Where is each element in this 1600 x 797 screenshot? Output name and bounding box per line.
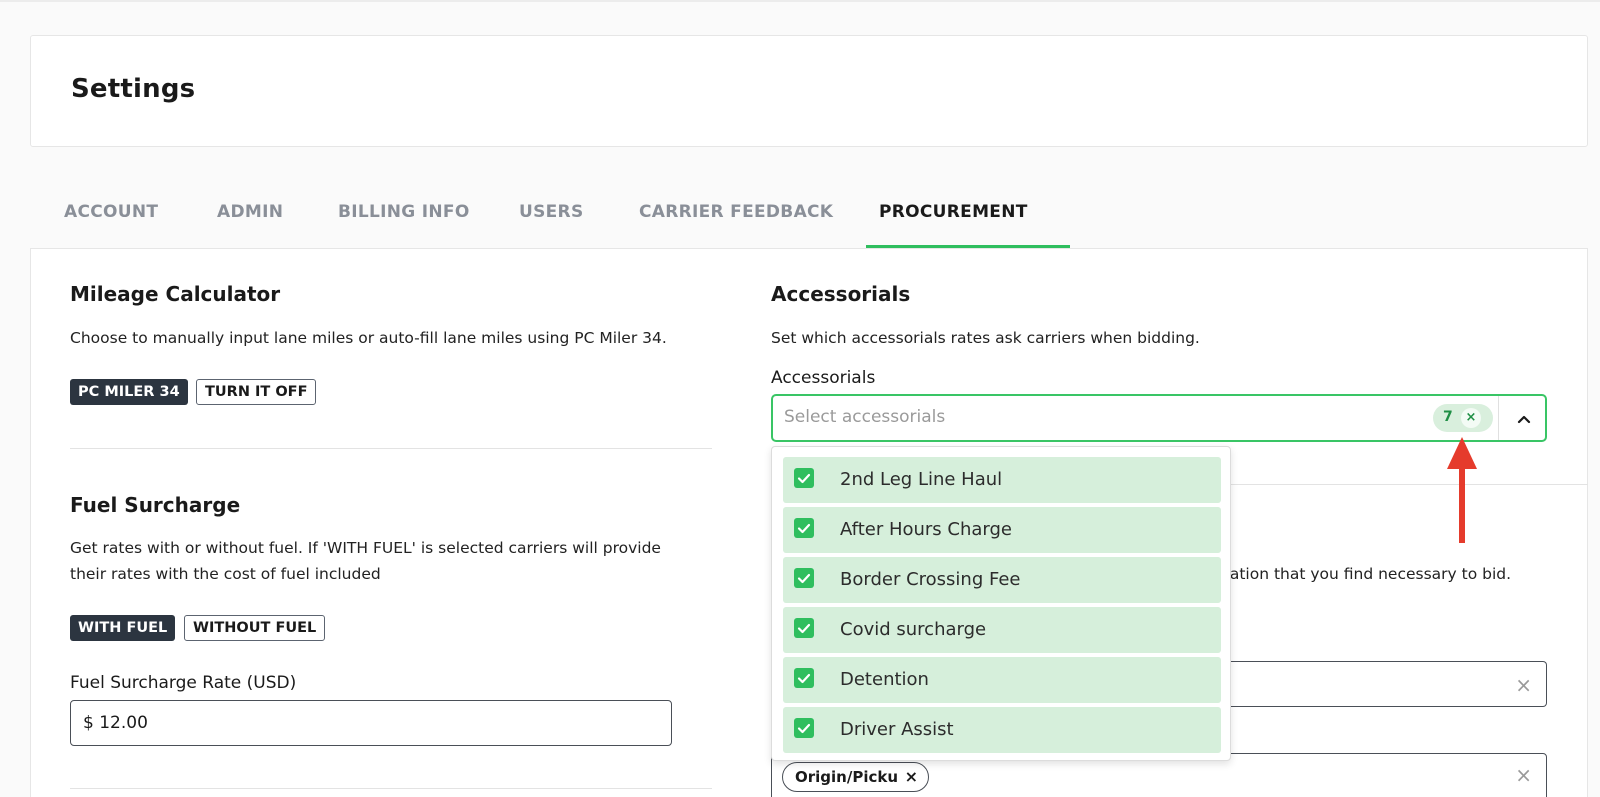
fuel-description-line1: Get rates with or without fuel. If 'WITH… (70, 539, 661, 557)
tab-account[interactable]: ACCOUNT (64, 202, 158, 222)
option-after-hours-charge[interactable]: After Hours Charge (783, 507, 1221, 553)
selected-count: 7 (1443, 409, 1453, 425)
accessorials-select[interactable]: Select accessorials 7 × (771, 394, 1547, 442)
option-driver-assist[interactable]: Driver Assist (783, 707, 1221, 753)
fuel-title: Fuel Surcharge (70, 493, 241, 517)
tab-carrier-feedback[interactable]: CARRIER FEEDBACK (639, 202, 833, 222)
option-label: After Hours Charge (840, 519, 1012, 540)
tag-label: Origin/Picku (795, 768, 899, 786)
fuel-rate-label: Fuel Surcharge Rate (USD) (70, 673, 297, 693)
option-label: Driver Assist (840, 719, 954, 740)
mileage-title: Mileage Calculator (70, 282, 281, 306)
checkbox-checked-icon[interactable] (794, 668, 814, 688)
top-border (0, 0, 1600, 2)
page-title: Settings (71, 74, 196, 104)
option-label: Border Crossing Fee (840, 569, 1021, 590)
option-label: Covid surcharge (840, 619, 987, 640)
option-label: 2nd Leg Line Haul (840, 469, 1003, 490)
with-fuel-button[interactable]: WITH FUEL (70, 615, 176, 641)
pc-miler-button[interactable]: PC MILER 34 (70, 379, 188, 405)
select-separator (1498, 396, 1499, 440)
tab-billing-info[interactable]: BILLING INFO (338, 202, 470, 222)
tab-users[interactable]: USERS (519, 202, 584, 222)
partial-description: nation that you find necessary to bid. (1220, 565, 1512, 583)
checkbox-checked-icon[interactable] (794, 518, 814, 538)
option-covid-surcharge[interactable]: Covid surcharge (783, 607, 1221, 653)
section-divider-bottom (70, 788, 712, 789)
location-tag: Origin/Picku × (782, 762, 930, 792)
tab-procurement[interactable]: PROCUREMENT (879, 202, 1028, 222)
tab-admin[interactable]: ADMIN (217, 202, 283, 222)
checkbox-checked-icon[interactable] (794, 568, 814, 588)
option-border-crossing-fee[interactable]: Border Crossing Fee (783, 557, 1221, 603)
clear-icon[interactable]: × (1515, 673, 1532, 697)
accessorials-description: Set which accessorials rates ask carrier… (771, 329, 1200, 347)
option-detention[interactable]: Detention (783, 657, 1221, 703)
fuel-description-line2: their rates with the cost of fuel includ… (70, 565, 381, 583)
option-label: Detention (840, 669, 929, 690)
clear-selection-icon[interactable]: × (1461, 408, 1481, 428)
settings-tabs: ACCOUNT ADMIN BILLING INFO USERS CARRIER… (30, 190, 1588, 248)
mileage-description: Choose to manually input lane miles or a… (70, 329, 667, 347)
checkbox-checked-icon[interactable] (794, 618, 814, 638)
section-divider-right (1231, 484, 1588, 485)
checkbox-checked-icon[interactable] (794, 718, 814, 738)
accessorials-dropdown: 2nd Leg Line Haul After Hours Charge Bor… (771, 446, 1231, 761)
selected-count-chip: 7 × (1433, 404, 1493, 432)
option-2nd-leg-line-haul[interactable]: 2nd Leg Line Haul (783, 457, 1221, 503)
accessorials-field-label: Accessorials (771, 368, 876, 388)
clear-tags-icon[interactable]: × (1515, 763, 1532, 787)
accessorials-title: Accessorials (771, 282, 911, 306)
tag-remove-icon[interactable]: × (905, 763, 918, 791)
fuel-rate-input[interactable]: $ 12.00 (70, 700, 672, 746)
section-divider (70, 448, 712, 449)
annotation-arrow-icon (1447, 437, 1477, 543)
chevron-up-icon[interactable] (1512, 407, 1536, 431)
accessorials-placeholder: Select accessorials (784, 407, 946, 427)
without-fuel-button[interactable]: WITHOUT FUEL (184, 615, 326, 641)
checkbox-checked-icon[interactable] (794, 468, 814, 488)
turn-it-off-button[interactable]: TURN IT OFF (196, 379, 317, 405)
settings-header: Settings (30, 35, 1588, 147)
